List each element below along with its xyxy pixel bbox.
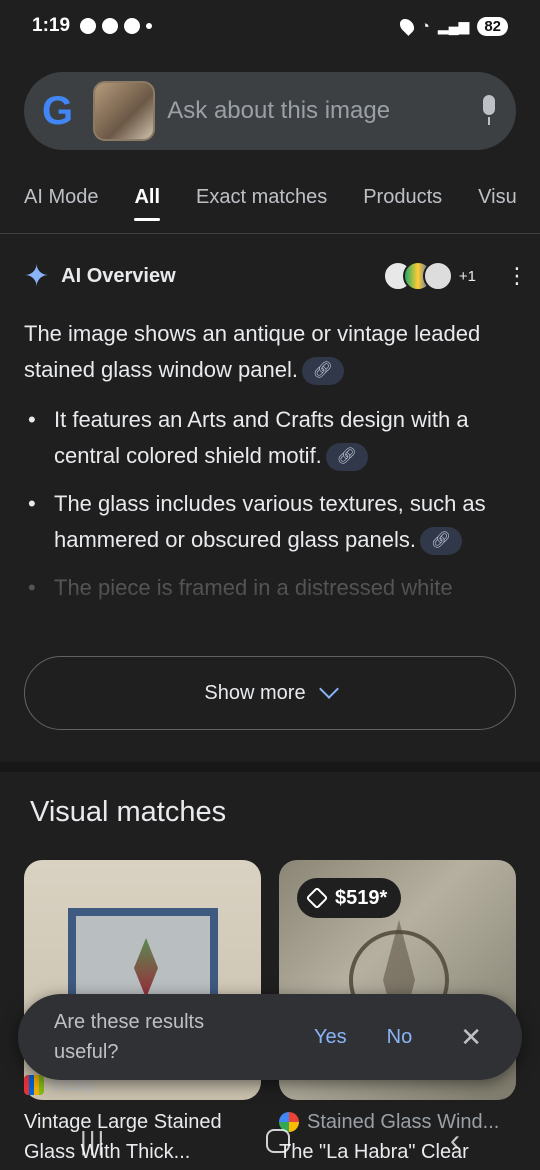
tab-exact-matches[interactable]: Exact matches <box>196 172 327 233</box>
more-notifications-icon <box>146 23 153 29</box>
source-name: Stained Glass Wind... <box>307 1111 500 1133</box>
tab-all[interactable]: All <box>134 172 160 233</box>
google-logo[interactable]: G <box>42 91 77 131</box>
bullet-text: It features an Arts and Crafts design wi… <box>54 407 469 468</box>
ai-overview-intro: The image shows an antique or vintage le… <box>24 316 516 388</box>
ebay-icon <box>24 1075 44 1095</box>
source-count[interactable]: +1 <box>459 268 476 285</box>
status-bar: 1:19 ◔ ▂▄▆ 82 <box>0 0 540 52</box>
source-avatar[interactable] <box>422 261 453 291</box>
price-label: $519* <box>335 886 388 909</box>
source-avatars[interactable]: +1 <box>382 261 476 291</box>
battery-indicator: 82 <box>477 16 508 36</box>
ai-overview-title: AI Overview <box>61 264 176 287</box>
query-image-thumbnail[interactable] <box>92 81 156 141</box>
link-icon[interactable]: 🔗︎ <box>419 527 462 556</box>
mic-icon[interactable] <box>477 95 498 127</box>
sparkle-icon: ✦ <box>24 259 50 293</box>
chat-icon <box>102 18 119 34</box>
shield-motif <box>134 938 158 998</box>
link-icon[interactable]: 🔗︎ <box>325 443 368 472</box>
app-icon <box>124 18 141 34</box>
signal-icon: ▂▄▆ <box>437 17 470 34</box>
list-item: It features an Arts and Crafts design wi… <box>24 402 516 474</box>
result-title[interactable]: Vintage Large Stained Glass With Thick..… <box>24 1107 261 1167</box>
search-input[interactable] <box>167 97 478 125</box>
back-icon[interactable]: ‹ <box>450 1124 460 1158</box>
section-divider <box>0 762 540 772</box>
ai-overview-bullets: It features an Arts and Crafts design wi… <box>24 402 516 606</box>
text-fade-overlay <box>0 586 540 656</box>
feedback-question: Are these results useful? <box>54 1011 205 1063</box>
status-time: 1:19 <box>32 15 71 36</box>
list-item: The glass includes various textures, suc… <box>24 486 516 558</box>
ai-overview-header: ✦ AI Overview +1 ⋮ <box>24 258 528 294</box>
intro-text: The image shows an antique or vintage le… <box>24 321 481 382</box>
wifi-icon: ◔ <box>420 17 430 35</box>
tab-ai-mode[interactable]: AI Mode <box>24 172 98 233</box>
price-badge: $519* <box>297 878 402 918</box>
search-tabs: AI Mode All Exact matches Products Visu <box>0 172 540 234</box>
location-icon <box>396 16 417 36</box>
chevron-down-icon <box>318 679 339 699</box>
notification-icons <box>80 18 153 34</box>
tag-icon <box>305 886 329 910</box>
result-title: The "La Habra" Clear <box>279 1141 469 1163</box>
feedback-yes-button[interactable]: Yes <box>314 1026 347 1049</box>
home-icon[interactable] <box>266 1129 291 1153</box>
result-source: Stained Glass Wind... <box>279 1107 529 1137</box>
tab-visual-matches[interactable]: Visu <box>478 172 517 233</box>
recents-icon[interactable]: ||| <box>80 1126 106 1157</box>
visual-matches-title: Visual matches <box>30 796 227 828</box>
messenger-icon <box>80 18 97 34</box>
show-more-label: Show more <box>204 681 306 704</box>
more-vert-icon[interactable]: ⋮ <box>506 263 528 289</box>
tab-products[interactable]: Products <box>363 172 442 233</box>
show-more-button[interactable]: Show more <box>24 656 516 730</box>
close-icon[interactable]: ✕ <box>460 1022 482 1053</box>
search-bar[interactable]: G <box>24 72 516 150</box>
link-icon[interactable]: 🔗︎ <box>301 357 344 386</box>
system-icons: ◔ ▂▄▆ 82 <box>396 16 508 36</box>
feedback-toast: Are these results useful? Yes No ✕ <box>18 994 522 1080</box>
feedback-no-button[interactable]: No <box>387 1026 413 1049</box>
result-title-block[interactable]: Stained Glass Wind... The "La Habra" Cle… <box>279 1107 529 1167</box>
